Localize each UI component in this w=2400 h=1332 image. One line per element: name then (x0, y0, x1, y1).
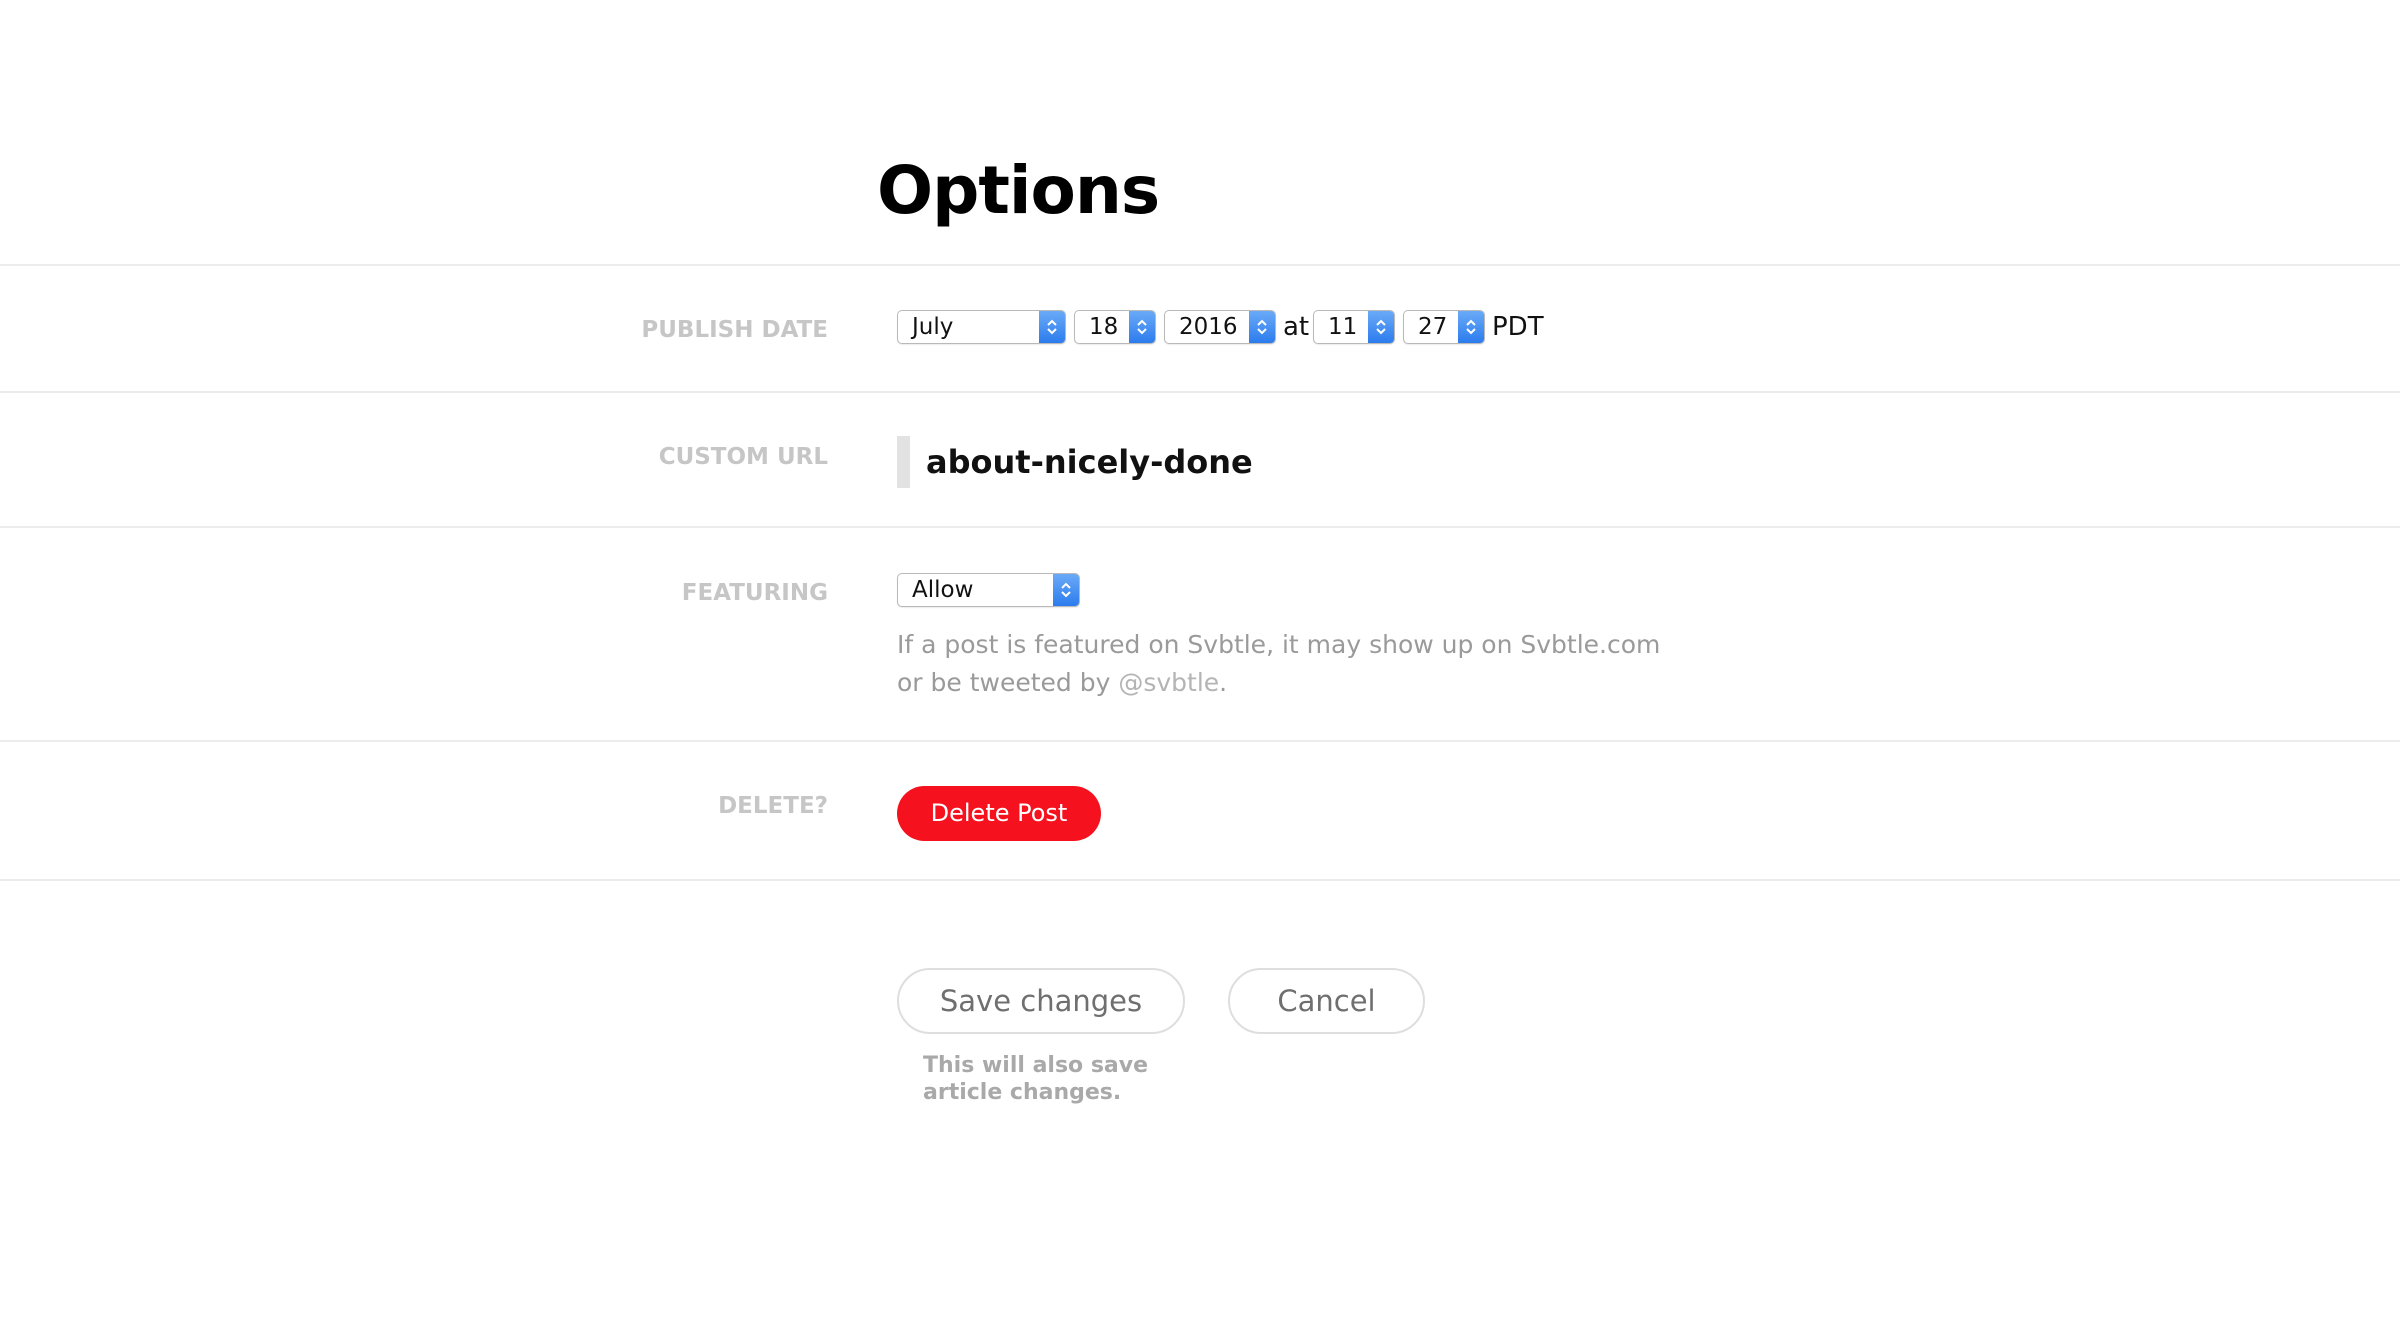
day-select[interactable]: 18 (1074, 310, 1156, 344)
featuring-select[interactable]: Allow (897, 573, 1080, 607)
minute-value: 27 (1418, 314, 1448, 340)
year-value: 2016 (1179, 314, 1238, 340)
delete-post-button[interactable]: Delete Post (897, 786, 1101, 841)
featuring-help-prefix: If a post is featured on Svbtle, it may … (897, 630, 1661, 697)
featuring-value: Allow (912, 577, 974, 603)
cancel-button[interactable]: Cancel (1228, 968, 1425, 1034)
delete-label: DELETE? (718, 793, 828, 819)
custom-url-input[interactable]: about-nicely-done (926, 440, 1253, 484)
featuring-label: FEATURING (681, 580, 828, 606)
save-note: This will also save article changes. (923, 1052, 1148, 1106)
updown-chevron-icon (1368, 311, 1394, 343)
minute-select[interactable]: 27 (1403, 310, 1485, 344)
timezone-label: PDT (1492, 312, 1544, 342)
hour-select[interactable]: 11 (1313, 310, 1395, 344)
updown-chevron-icon (1249, 311, 1275, 343)
save-note-line-2: article changes. (923, 1080, 1122, 1105)
custom-url-label: CUSTOM URL (658, 444, 828, 470)
updown-chevron-icon (1053, 574, 1079, 606)
updown-chevron-icon (1039, 311, 1065, 343)
divider (0, 391, 2400, 393)
divider (0, 264, 2400, 266)
svbtle-handle-link[interactable]: @svbtle (1118, 668, 1219, 697)
save-changes-button[interactable]: Save changes (897, 968, 1185, 1034)
month-value: July (912, 314, 954, 340)
featuring-help-suffix: . (1219, 668, 1228, 697)
divider (0, 740, 2400, 742)
at-word: at (1283, 312, 1310, 342)
featuring-help-text: If a post is featured on Svbtle, it may … (897, 626, 1677, 702)
url-input-marker (897, 436, 910, 488)
divider (0, 879, 2400, 881)
divider (0, 526, 2400, 528)
updown-chevron-icon (1458, 311, 1484, 343)
publish-date-label: PUBLISH DATE (641, 317, 828, 343)
day-value: 18 (1089, 314, 1119, 340)
save-note-line-1: This will also save (923, 1053, 1149, 1078)
updown-chevron-icon (1129, 311, 1155, 343)
month-select[interactable]: July (897, 310, 1066, 344)
hour-value: 11 (1328, 314, 1358, 340)
page-title: Options (877, 152, 1160, 229)
year-select[interactable]: 2016 (1164, 310, 1276, 344)
options-page: Options PUBLISH DATE July 18 2016 at 11 (0, 0, 2400, 1332)
